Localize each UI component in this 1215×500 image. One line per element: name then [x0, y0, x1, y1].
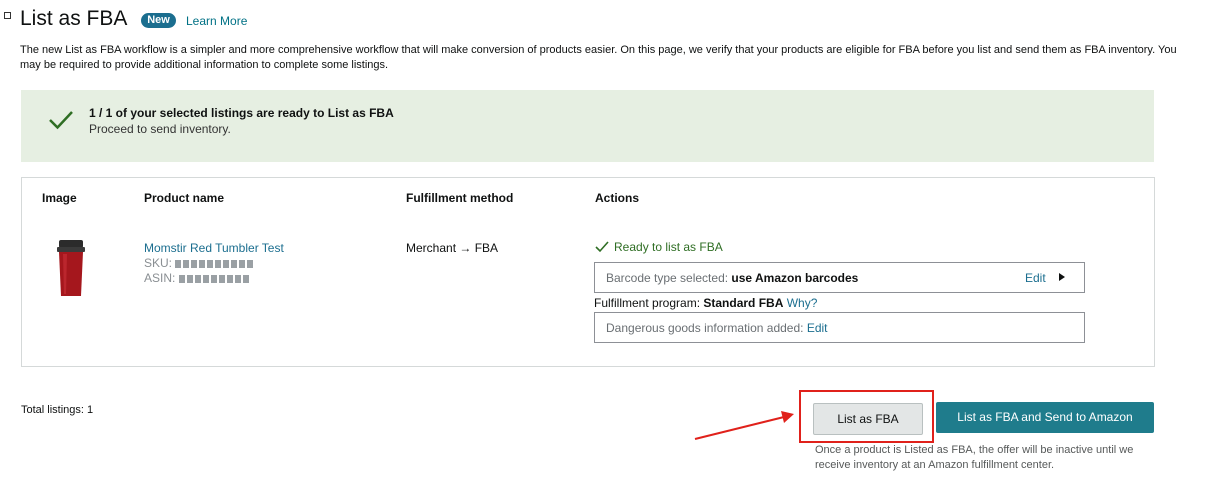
dangerous-goods-label: Dangerous goods information added: — [606, 321, 804, 335]
fulfillment-program: Fulfillment program: Standard FBA Why? — [594, 296, 817, 310]
fulfillment-method: Merchant → FBA — [406, 241, 499, 255]
sku-row: SKU: — [144, 256, 254, 270]
inactive-offer-note: Once a product is Listed as FBA, the off… — [815, 444, 1134, 471]
column-header-actions: Actions — [595, 191, 640, 205]
barcode-edit-link[interactable]: Edit — [1025, 271, 1046, 285]
product-name-link[interactable]: Momstir Red Tumbler Test — [144, 241, 284, 255]
why-link[interactable]: Why? — [787, 296, 818, 310]
sku-redacted — [175, 259, 254, 268]
annotation-highlight-box — [799, 390, 934, 443]
dangerous-goods-text: Dangerous goods information added: Edit — [606, 321, 828, 335]
fulfillment-program-value: Standard FBA — [703, 296, 784, 310]
check-icon — [595, 241, 609, 253]
asin-label: ASIN: — [144, 271, 176, 285]
total-listings: Total listings: 1 — [21, 404, 94, 416]
fulfillment-program-label: Fulfillment program: — [594, 296, 701, 310]
dangerous-goods-box: Dangerous goods information added: Edit — [594, 312, 1085, 343]
column-header-product-name: Product name — [144, 191, 225, 205]
sku-label: SKU: — [144, 256, 173, 270]
banner-subtitle: Proceed to send inventory. — [89, 122, 231, 136]
list-and-send-button[interactable]: List as FBA and Send to Amazon — [936, 402, 1154, 433]
banner-title: 1 / 1 of your selected listings are read… — [89, 106, 394, 120]
column-header-image: Image — [42, 191, 77, 205]
new-badge: New — [141, 13, 176, 28]
barcode-type-label: Barcode type selected: — [606, 271, 729, 285]
learn-more-link[interactable]: Learn More — [186, 14, 247, 28]
ready-status: Ready to list as FBA — [595, 240, 723, 254]
product-thumbnail — [57, 240, 85, 296]
barcode-type-text: Barcode type selected: use Amazon barcod… — [606, 271, 858, 285]
caret-right-icon[interactable] — [1059, 273, 1065, 281]
barcode-type-box[interactable]: Barcode type selected: use Amazon barcod… — [594, 262, 1085, 293]
dangerous-goods-edit-link[interactable]: Edit — [807, 321, 828, 335]
ready-status-text: Ready to list as FBA — [614, 240, 723, 254]
page-title: List as FBA — [20, 7, 128, 30]
asin-row: ASIN: — [144, 271, 249, 285]
corner-marker — [4, 12, 11, 19]
asin-redacted — [178, 274, 249, 283]
page-description: The new List as FBA workflow is a simple… — [20, 44, 1177, 71]
column-header-fulfillment-method: Fulfillment method — [406, 191, 514, 205]
annotation-arrow-icon — [694, 411, 794, 440]
checkmark-icon — [49, 111, 73, 130]
barcode-type-value: use Amazon barcodes — [731, 271, 859, 285]
